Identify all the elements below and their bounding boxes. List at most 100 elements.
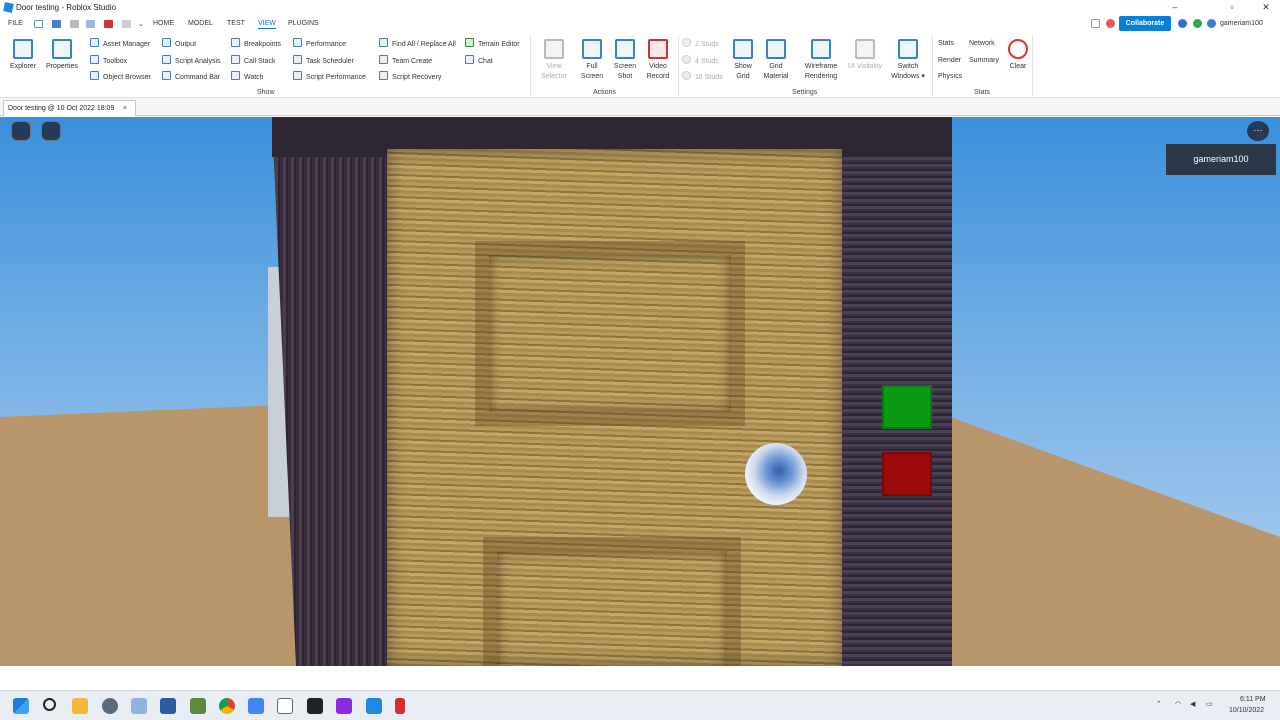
document-tab-label: Door testing @ 10 Oct 2022 18:09	[8, 105, 115, 112]
clear-icon	[1008, 39, 1028, 59]
toolbox-icon	[90, 55, 99, 64]
document-tab-bar: Door testing @ 10 Oct 2022 18:09 ×	[0, 98, 1280, 116]
find-replace-all-button[interactable]: Find All / Replace All	[379, 38, 456, 50]
terminal-icon[interactable]	[307, 698, 323, 714]
share-network-icon[interactable]	[1207, 19, 1216, 28]
title-bar: Door testing - Roblox Studio – ▫ ✕	[0, 0, 1280, 16]
script-analysis-button[interactable]: Script Analysis	[162, 55, 221, 67]
group-label-stats: Stats	[974, 89, 990, 96]
chrome-icon[interactable]	[219, 698, 235, 714]
store-icon[interactable]	[160, 698, 176, 714]
start-icon[interactable]	[13, 698, 29, 714]
object-browser-button[interactable]: Object Browser	[90, 71, 151, 83]
network-button[interactable]: Network	[969, 40, 995, 47]
explorer-button[interactable]: Explorer	[3, 37, 43, 72]
close-button[interactable]: ✕	[1259, 2, 1273, 13]
chat-button[interactable]: Chat	[465, 55, 493, 67]
video-record-button[interactable]: Video Record	[638, 37, 678, 82]
snipping-tool-icon[interactable]	[395, 698, 405, 714]
undo-icon[interactable]	[122, 20, 131, 28]
performance-button[interactable]: Performance	[293, 38, 346, 50]
publish-icon[interactable]	[52, 20, 61, 28]
asset-manager-button[interactable]: Asset Manager	[90, 38, 150, 50]
summary-button[interactable]: Summary	[969, 57, 999, 64]
script-performance-button[interactable]: Script Performance	[293, 71, 366, 83]
search-icon[interactable]	[43, 698, 56, 711]
docs-icon[interactable]	[248, 698, 264, 714]
ui-visibility-icon	[855, 39, 875, 59]
toolbox-button[interactable]: Toolbox	[90, 55, 127, 67]
watch-button[interactable]: Watch	[231, 71, 264, 83]
collaborate-button[interactable]: Collaborate	[1119, 16, 1171, 31]
stats-button[interactable]: Stats	[938, 40, 954, 47]
output-icon	[162, 38, 171, 47]
properties-icon	[52, 39, 72, 59]
script-recovery-button[interactable]: Script Recovery	[379, 71, 441, 83]
radio-icon	[682, 55, 691, 64]
grid-2-studs-radio[interactable]: 2 Studs	[682, 38, 719, 50]
game-viewport[interactable]: ··· gameriam100	[0, 117, 1280, 666]
play-icon[interactable]	[86, 20, 95, 28]
quick-access-dropdown-icon[interactable]: ⌄	[138, 20, 144, 28]
ui-visibility-button[interactable]: UI Visibility	[843, 37, 887, 72]
tray-chevron-icon[interactable]: ⌃	[1156, 700, 1162, 708]
grid-16-studs-radio[interactable]: 16 Studs	[682, 71, 723, 83]
photos-icon[interactable]	[131, 698, 147, 714]
notification-icon[interactable]	[1106, 19, 1115, 28]
new-file-icon[interactable]	[34, 20, 43, 28]
app-icon[interactable]	[336, 698, 352, 714]
green-button-part[interactable]	[882, 385, 932, 429]
username[interactable]: gameriam100	[1220, 20, 1263, 27]
chat-toggle-icon[interactable]	[41, 121, 61, 141]
properties-button[interactable]: Properties	[42, 37, 82, 72]
tab-plugins[interactable]: PLUGINS	[288, 20, 319, 27]
command-bar-button[interactable]: Command Bar	[162, 71, 220, 83]
status-icon[interactable]	[1193, 19, 1202, 28]
minecraft-icon[interactable]	[190, 698, 206, 714]
tab-file[interactable]: FILE	[8, 20, 23, 27]
battery-icon[interactable]: ▭	[1206, 700, 1213, 708]
team-create-button[interactable]: Team Create	[379, 55, 432, 67]
render-button[interactable]: Render	[938, 57, 961, 64]
switch-windows-button[interactable]: Switch Windows ▾	[888, 37, 928, 82]
grid-4-studs-radio[interactable]: 4 Studs	[682, 55, 719, 67]
breakpoints-button[interactable]: Breakpoints	[231, 38, 281, 50]
share-icon[interactable]	[1091, 19, 1100, 28]
minimize-button[interactable]: –	[1168, 2, 1182, 12]
physics-button[interactable]: Physics	[938, 73, 962, 80]
call-stack-button[interactable]: Call Stack	[231, 55, 276, 67]
record-icon	[648, 39, 668, 59]
wifi-icon[interactable]: ◠	[1175, 700, 1181, 708]
find-replace-icon	[379, 38, 388, 47]
wireframe-rendering-button[interactable]: Wireframe Rendering	[800, 37, 842, 82]
player-list-entry[interactable]: gameriam100	[1166, 144, 1276, 175]
help-icon[interactable]	[1178, 19, 1187, 28]
tab-model[interactable]: MODEL	[188, 20, 213, 27]
tab-test[interactable]: TEST	[227, 20, 245, 27]
roblox-studio-taskbar-icon[interactable]	[366, 698, 382, 714]
door-knob[interactable]	[745, 443, 807, 505]
tab-home[interactable]: HOME	[153, 20, 174, 27]
maximize-button[interactable]: ▫	[1225, 2, 1239, 12]
task-scheduler-button[interactable]: Task Scheduler	[293, 55, 354, 67]
document-tab[interactable]: Door testing @ 10 Oct 2022 18:09 ×	[3, 100, 136, 116]
tab-view[interactable]: VIEW	[258, 20, 276, 29]
more-options-icon[interactable]: ···	[1247, 121, 1269, 141]
terrain-editor-button[interactable]: Terrain Editor	[465, 38, 520, 50]
wooden-door[interactable]	[387, 149, 842, 666]
settings-icon[interactable]	[102, 698, 118, 714]
red-button-part[interactable]	[882, 452, 932, 496]
notepad-icon[interactable]	[277, 698, 293, 714]
script-analysis-icon	[162, 55, 171, 64]
file-explorer-icon[interactable]	[72, 698, 88, 714]
view-selector-button[interactable]: View Selector	[534, 37, 574, 82]
stop-icon[interactable]	[104, 20, 113, 28]
close-tab-icon[interactable]: ×	[123, 101, 127, 116]
grid-material-button[interactable]: Grid Material	[756, 37, 796, 82]
clock-time[interactable]: 6:11 PM	[1240, 696, 1266, 703]
output-button[interactable]: Output	[162, 38, 196, 50]
clock-date[interactable]: 10/10/2022	[1229, 707, 1264, 714]
redo-icon[interactable]	[70, 20, 79, 28]
roblox-menu-icon[interactable]	[11, 121, 31, 141]
volume-icon[interactable]: ◀	[1190, 700, 1195, 708]
